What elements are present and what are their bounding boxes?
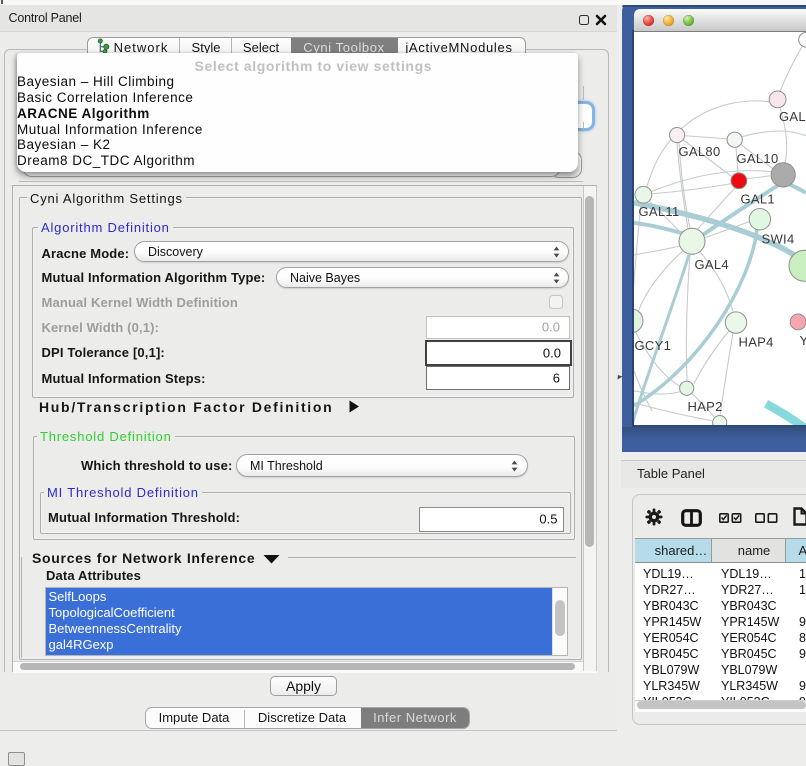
svg-text:GCY1: GCY1 bbox=[635, 337, 672, 352]
svg-text:HAP2: HAP2 bbox=[688, 398, 723, 413]
svg-text:HAP4: HAP4 bbox=[739, 334, 774, 349]
svg-text:GAL10: GAL10 bbox=[737, 150, 779, 165]
svg-text:Y: Y bbox=[800, 332, 806, 347]
svg-text:GAL80: GAL80 bbox=[679, 143, 721, 158]
svg-text:GAL4: GAL4 bbox=[695, 256, 729, 271]
svg-text:GAL1: GAL1 bbox=[741, 191, 775, 206]
svg-text:GAL2: GAL2 bbox=[779, 108, 806, 123]
svg-text:GAL11: GAL11 bbox=[639, 203, 680, 218]
svg-text:SWI4: SWI4 bbox=[762, 231, 795, 246]
